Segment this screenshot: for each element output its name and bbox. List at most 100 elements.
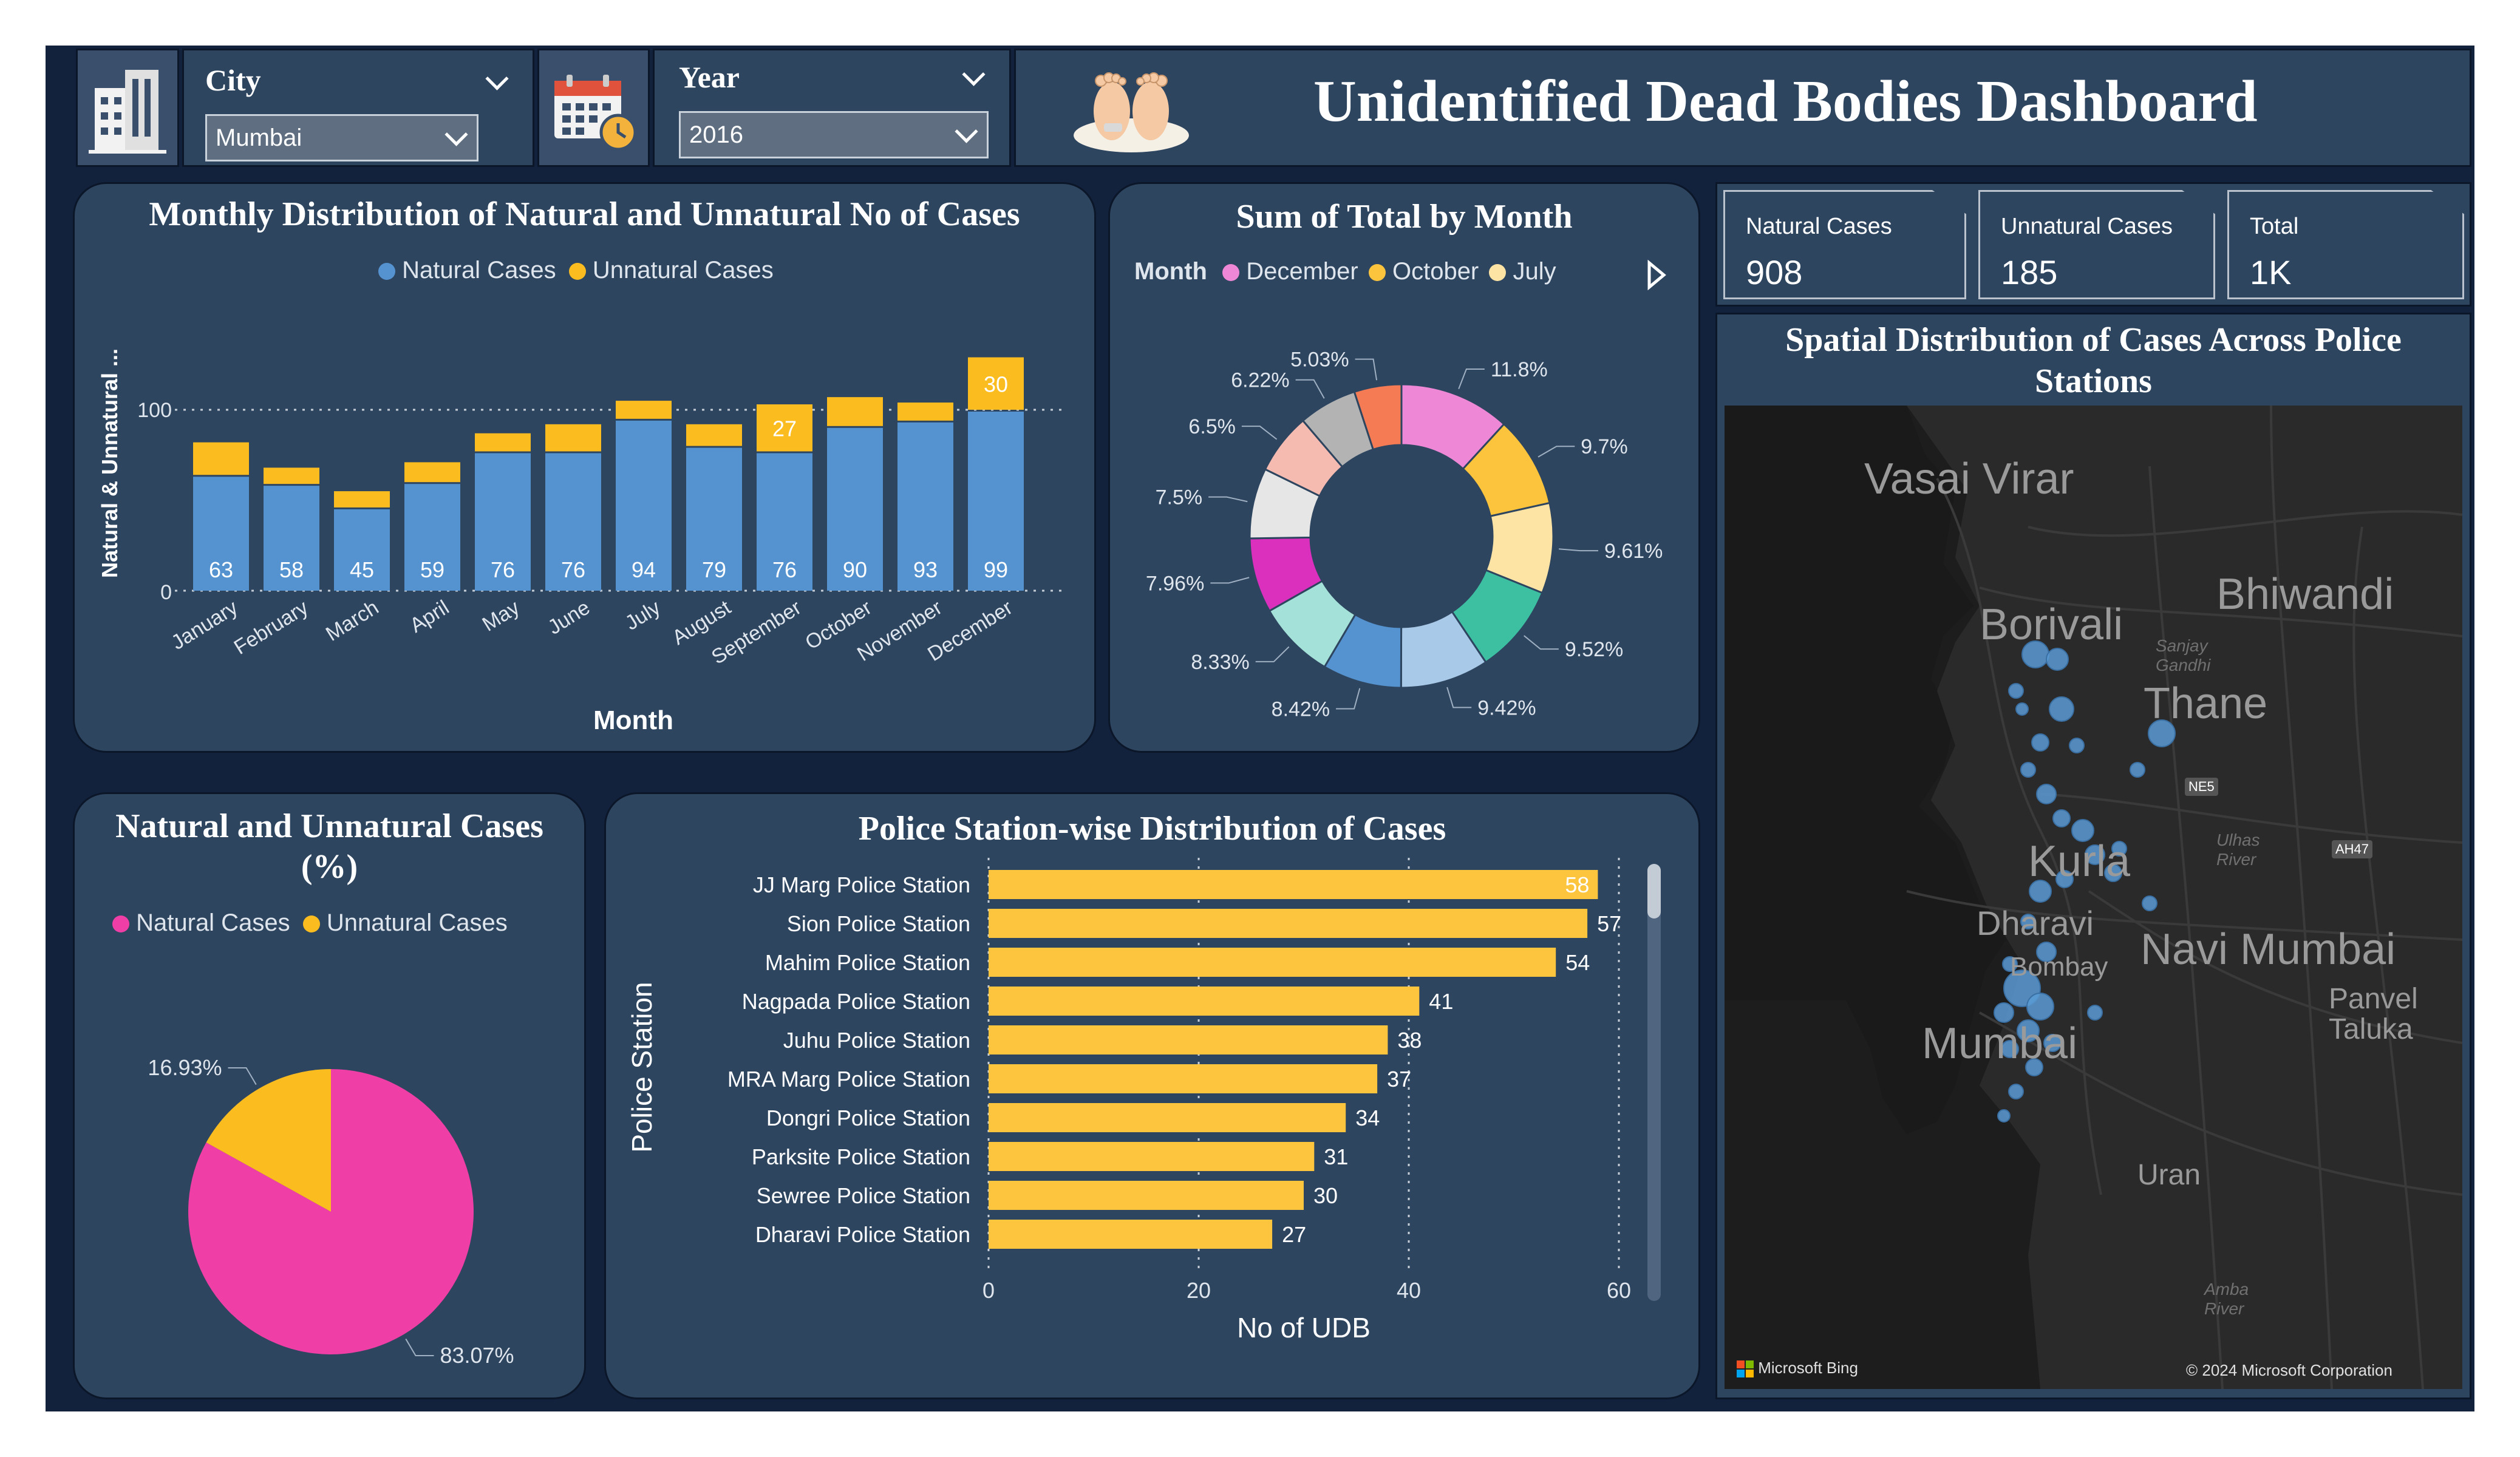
bar-natural-label: 94 [632, 557, 656, 582]
map-place-label: Sanjay [2156, 636, 2208, 655]
city-dropdown-value: Mumbai [216, 124, 302, 151]
station-bar [989, 1181, 1304, 1210]
donut-leader-line [1446, 687, 1472, 708]
donut-leader-line [1241, 426, 1278, 440]
donut-leader-line [1458, 368, 1485, 390]
chevron-down-icon [955, 120, 978, 143]
station-value-label: 34 [1355, 1105, 1380, 1130]
station-bar [989, 1064, 1378, 1093]
station-label: Mahim Police Station [765, 950, 970, 975]
kpi-total: Total 1K [2227, 190, 2464, 299]
bar-natural-label: 76 [561, 557, 585, 582]
year-dropdown-value: 2016 [689, 121, 743, 148]
station-label: Nagpada Police Station [742, 989, 970, 1014]
chevron-down-icon[interactable] [485, 67, 509, 90]
station-bar [989, 1142, 1315, 1171]
station-value-label: 30 [1313, 1183, 1338, 1208]
donut-leader-line [1524, 635, 1559, 650]
map-place-label: Navi Mumbai [2140, 925, 2396, 974]
station-label: Sewree Police Station [757, 1183, 970, 1208]
kpi-total-label: Total [2250, 214, 2299, 239]
kpi-strip: Natural Cases 908 Unnatural Cases 185 To… [1715, 182, 2471, 307]
monthly-distribution-panel: Monthly Distribution of Natural and Unna… [73, 182, 1096, 753]
kpi-unnatural-cases: Unnatural Cases 185 [1978, 190, 2215, 299]
bar-natural-label: 99 [984, 557, 1008, 582]
donut-slice-label: 5.03% [1290, 348, 1349, 372]
map-place-label: Borivali [1980, 600, 2123, 649]
spatial-map-panel: Spatial Distribution of Cases Across Pol… [1715, 313, 2471, 1399]
scrollbar-thumb[interactable] [1647, 864, 1661, 919]
x-tick-label: June [544, 596, 594, 639]
year-dropdown[interactable]: 2016 [679, 111, 989, 158]
case-bubble [2031, 733, 2049, 752]
station-value-label: 27 [1282, 1222, 1306, 1247]
chevron-down-icon[interactable] [962, 63, 986, 86]
bar-unnatural [334, 491, 390, 508]
bar-unnatural-label: 30 [984, 372, 1008, 396]
year-filter: Year 2016 [653, 49, 1011, 167]
x-tick-label: April [406, 596, 453, 637]
x-tick-label: March [322, 596, 383, 646]
donut-slice-label: 8.42% [1272, 698, 1330, 721]
police-station-bar-chart: 0 20 40 60 No of UDB Police Station JJ Marg Po… [626, 858, 1631, 1343]
map-copyright: © 2024 Microsoft Corporation [2186, 1361, 2392, 1379]
station-value-label: 57 [1597, 911, 1621, 936]
map-title: Spatial Distribution of Cases Across Pol… [1785, 321, 2402, 401]
calendar-icon [554, 75, 636, 151]
year-filter-label: Year [679, 60, 740, 94]
case-bubble [2008, 683, 2024, 699]
bar-unnatural [264, 467, 319, 484]
station-bar [989, 1025, 1388, 1055]
x-tick-label: 20 [1187, 1278, 1211, 1303]
case-bubble [2046, 648, 2069, 671]
station-value-label: 58 [1565, 872, 1589, 897]
bing-attribution-text: Microsoft Bing [1758, 1359, 1858, 1377]
station-value-label: 54 [1565, 950, 1590, 975]
city-filter-label: City [205, 63, 261, 97]
bar-unnatural [686, 424, 742, 446]
case-bubble [2087, 1005, 2103, 1021]
station-bar [989, 1220, 1273, 1249]
donut-slice-label: 11.8% [1491, 358, 1548, 381]
case-bubble [2142, 895, 2157, 911]
map-place-label: Panvel [2329, 983, 2418, 1015]
pie-slice-label: 83.07% [440, 1343, 514, 1368]
station-label: Dongri Police Station [766, 1105, 970, 1130]
natural-unnatural-pie-panel: Natural and Unnatural Cases (%) Natural … [73, 792, 586, 1399]
bar-natural-label: 90 [843, 557, 867, 582]
station-bar [989, 987, 1420, 1016]
police-station-panel: Police Station-wise Distribution of Case… [604, 792, 1700, 1399]
kpi-natural-label: Natural Cases [1746, 214, 1892, 239]
bar-natural-label: 76 [491, 557, 515, 582]
map-view[interactable]: Vasai Virar Borivali Bhiwandi Thane Kurl… [1725, 406, 2462, 1389]
building-icon [89, 70, 166, 154]
donut-leader-line [1210, 577, 1250, 584]
case-bubble [2036, 784, 2057, 804]
x-axis-label: No of UDB [1237, 1312, 1371, 1343]
bar-unnatural [404, 462, 460, 483]
map-place-label: River [2216, 850, 2256, 869]
case-bubble [2130, 762, 2145, 778]
highway-badge: NE5 [2185, 778, 2218, 796]
x-tick-label: February [230, 596, 313, 659]
map-place-label: Kurla [2028, 837, 2131, 886]
station-bar [989, 870, 1598, 899]
x-tick-label: May [478, 596, 524, 636]
bar-unnatural [827, 397, 883, 426]
map-place-label: Ulhas [2216, 830, 2260, 849]
map-place-label: Dharavi [1977, 904, 2094, 942]
donut-slice-label: 9.42% [1477, 696, 1536, 719]
station-value-label: 37 [1387, 1067, 1411, 1092]
pie-slice-label: 16.93% [148, 1055, 222, 1080]
scrollbar[interactable] [1647, 864, 1661, 1301]
bar-unnatural [897, 402, 953, 421]
donut-slice-label: 9.52% [1565, 638, 1623, 661]
map-place-label: Gandhi [2156, 656, 2211, 674]
station-bar [989, 909, 1588, 938]
city-dropdown[interactable]: Mumbai [205, 114, 478, 161]
map-place-label: River [2204, 1299, 2244, 1318]
station-label: MRA Marg Police Station [727, 1067, 970, 1092]
map-canvas[interactable] [1725, 406, 2462, 1389]
case-bubble [2069, 738, 2085, 753]
pie-leader-line [405, 1338, 434, 1357]
